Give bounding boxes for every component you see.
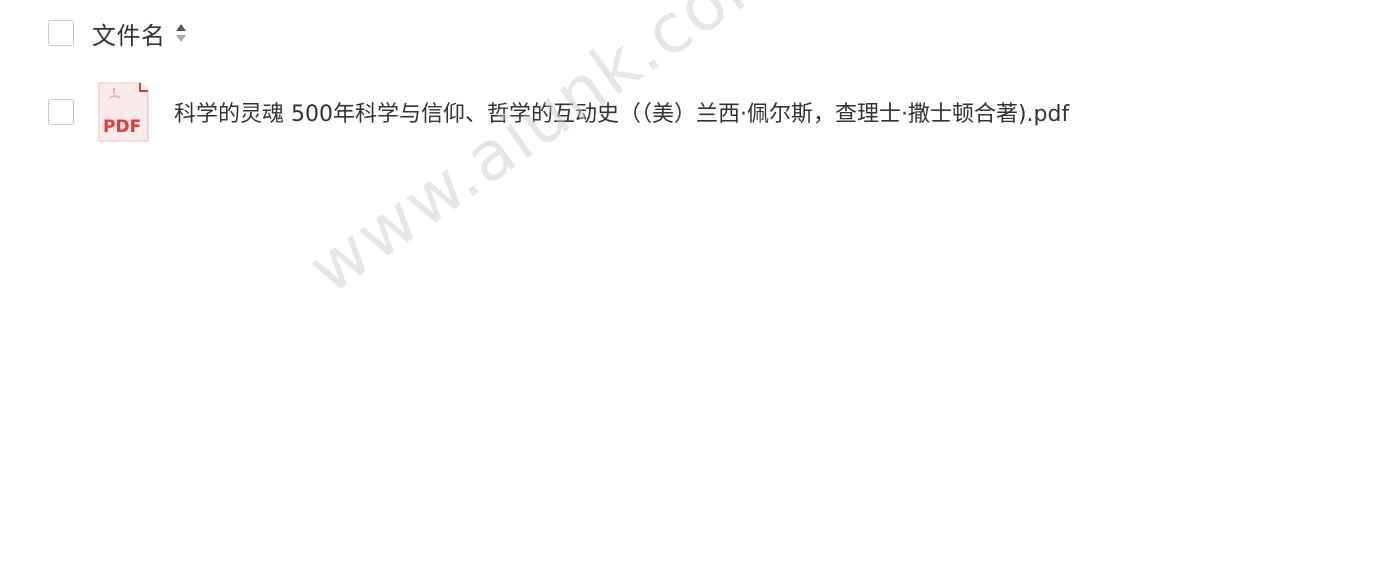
file-row[interactable]: PDF 科学的灵魂 500年科学与信仰、哲学的互动史（（美）兰西·佩尔斯，查理士… — [48, 80, 1069, 144]
pdf-file-icon: PDF — [96, 80, 150, 144]
select-all-checkbox[interactable] — [48, 20, 74, 46]
column-header-filename[interactable]: 文件名 — [92, 16, 166, 51]
file-select-checkbox[interactable] — [48, 99, 74, 125]
pdf-icon-label: PDF — [103, 117, 141, 137]
sort-up-down-icon[interactable] — [174, 21, 188, 45]
file-name-link[interactable]: 科学的灵魂 500年科学与信仰、哲学的互动史（（美）兰西·佩尔斯，查理士·撒士顿… — [174, 96, 1069, 128]
file-list-header: 文件名 — [48, 16, 188, 51]
watermark: www.aiunk.com — [295, 0, 801, 310]
file-list-page: 文件名 PDF 科学的灵魂 500年科学与信仰、哲学的互动史（（美）兰西·佩尔斯… — [0, 0, 1384, 588]
